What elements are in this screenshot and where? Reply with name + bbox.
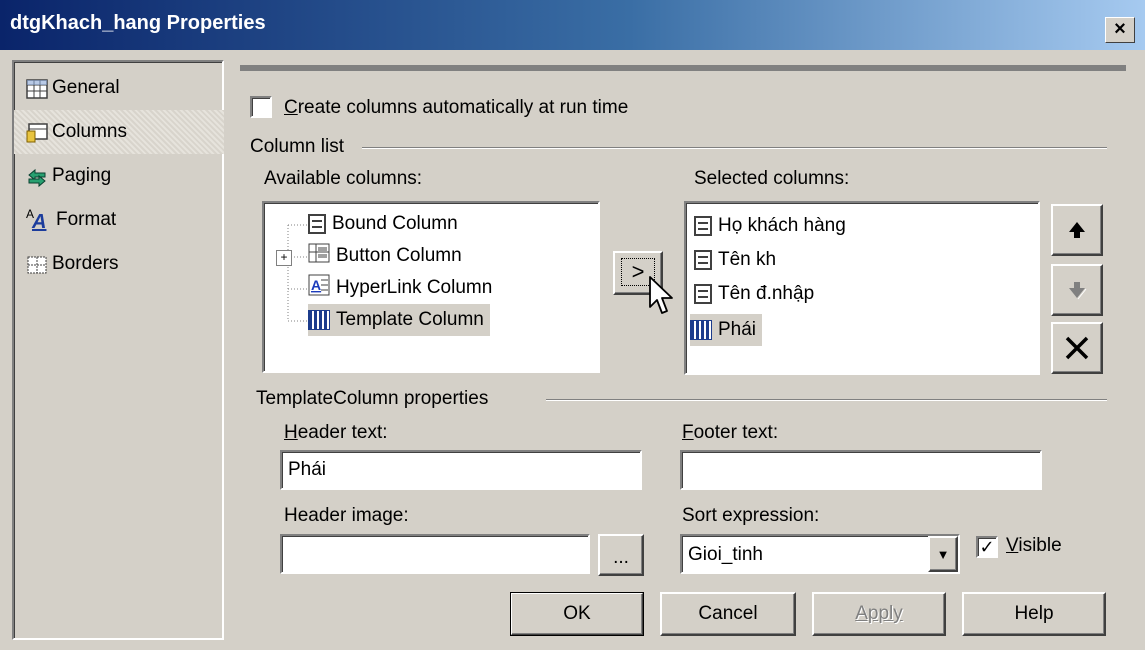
nav-item-label: Format — [56, 209, 117, 230]
list-item[interactable]: Tên kh — [694, 244, 776, 276]
help-button[interactable]: Help — [962, 592, 1106, 636]
nav-item-label: Borders — [52, 253, 119, 274]
page-header-bar — [240, 65, 1126, 71]
close-icon: × — [1114, 18, 1126, 40]
doc-icon — [694, 216, 712, 236]
move-down-button[interactable] — [1051, 264, 1103, 316]
header-image-field[interactable] — [280, 534, 590, 574]
nav-item-label: Paging — [52, 165, 112, 186]
list-item[interactable]: Button Column — [308, 240, 462, 272]
list-item-selected[interactable]: Phái — [690, 314, 763, 346]
auto-create-label: Create columns automatically at run time — [284, 97, 629, 118]
list-item[interactable]: Bound Column — [308, 208, 458, 240]
nav-item-columns[interactable]: Columns — [26, 112, 127, 152]
sort-expression-select[interactable]: Gioi_tinh ▼ — [680, 534, 960, 574]
columns-icon — [26, 123, 48, 143]
expand-icon[interactable]: + — [276, 250, 292, 266]
sort-expression-label: Sort expression: — [682, 505, 820, 526]
nav-item-label: Columns — [52, 121, 127, 142]
selected-columns-list[interactable]: Họ khách hàng Tên kh Tên đ.nhập Phái — [684, 201, 1040, 375]
paging-icon — [26, 167, 46, 188]
window-title: dtgKhach_hang Properties — [10, 12, 266, 34]
list-item[interactable]: A HyperLink Column — [308, 272, 492, 304]
arrow-down-icon — [1069, 282, 1087, 300]
doc-icon — [694, 284, 712, 304]
nav-item-paging[interactable]: Paging — [26, 156, 111, 196]
header-text-field[interactable]: Phái — [280, 450, 642, 490]
mouse-cursor-icon — [649, 276, 673, 314]
visible-label: Visible — [1006, 535, 1062, 556]
footer-text-label: Footer text: — [682, 422, 779, 443]
header-image-label: Header image: — [284, 505, 409, 526]
apply-button[interactable]: Apply — [812, 592, 946, 636]
properties-group-label: TemplateColumn properties — [256, 388, 497, 410]
grid-icon — [26, 79, 48, 99]
chevron-down-icon[interactable]: ▼ — [928, 536, 958, 572]
cancel-button[interactable]: Cancel — [660, 592, 796, 636]
footer-text-field[interactable] — [680, 450, 1042, 490]
properties-divider — [546, 399, 1107, 401]
available-columns-list[interactable]: + Bound Column Button Column A HyperLink… — [262, 201, 600, 373]
column-list-label: Column list — [250, 136, 352, 158]
nav-item-borders[interactable]: Borders — [26, 244, 119, 284]
list-item-selected[interactable]: Template Column — [308, 304, 490, 336]
column-list-divider — [362, 147, 1107, 149]
arrow-up-icon — [1069, 222, 1085, 238]
list-item[interactable]: Họ khách hàng — [694, 210, 846, 242]
hyperlink-column-icon: A — [308, 274, 330, 302]
format-icon: A A — [26, 207, 47, 233]
doc-icon — [694, 250, 712, 270]
list-item[interactable]: Tên đ.nhập — [694, 278, 814, 310]
delete-column-button[interactable] — [1051, 322, 1103, 374]
available-columns-label: Available columns: — [264, 168, 423, 189]
borders-icon — [26, 255, 47, 274]
template-column-icon — [690, 320, 712, 340]
nav-item-format[interactable]: A A Format — [26, 200, 116, 240]
close-button[interactable]: × — [1105, 17, 1135, 43]
auto-create-checkbox[interactable] — [250, 96, 272, 118]
svg-text:A: A — [311, 277, 321, 293]
header-text-label: Header text: — [284, 422, 388, 443]
sort-expression-value: Gioi_tinh — [688, 544, 763, 565]
selected-columns-label: Selected columns: — [694, 168, 850, 189]
move-up-button[interactable] — [1051, 204, 1103, 256]
nav-item-label: General — [52, 77, 120, 98]
template-column-icon — [308, 310, 330, 330]
doc-icon — [308, 214, 326, 234]
delete-icon — [1065, 336, 1089, 360]
visible-checkbox[interactable]: ✓ — [976, 536, 998, 558]
button-column-icon — [308, 243, 330, 269]
ok-button[interactable]: OK — [510, 592, 644, 636]
browse-button[interactable]: ... — [598, 534, 644, 576]
nav-item-general[interactable]: General — [26, 68, 120, 108]
